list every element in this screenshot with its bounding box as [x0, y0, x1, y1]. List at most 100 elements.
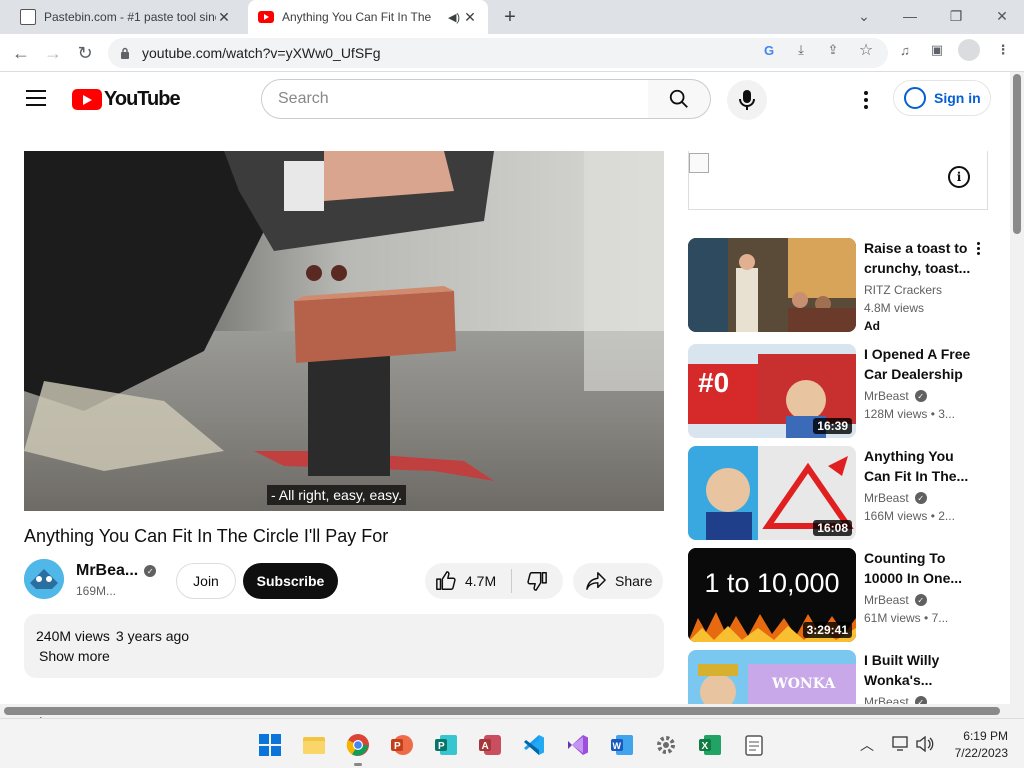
settings-more-icon[interactable]	[856, 88, 876, 112]
tab-title: Pastebin.com - #1 paste tool sinc	[44, 10, 216, 24]
restore-button[interactable]: ❐	[942, 4, 970, 28]
publisher-icon[interactable]: P	[434, 733, 458, 757]
subscriber-count: 169M...	[76, 584, 117, 598]
channel-name[interactable]: MrBea... ✓	[76, 562, 157, 580]
excel-icon[interactable]: X	[698, 733, 722, 757]
channel-avatar[interactable]	[24, 559, 64, 599]
svg-text:W: W	[613, 741, 622, 751]
recommendation-item[interactable]: 16:08 Anything You Can Fit In The... MrB…	[688, 446, 998, 542]
notepad-icon[interactable]	[742, 733, 766, 757]
reload-button[interactable]: ↻	[72, 40, 98, 66]
forward-button[interactable]: →	[40, 40, 66, 66]
volume-icon[interactable]	[916, 736, 934, 752]
join-button[interactable]: Join	[176, 563, 236, 599]
ad-info-icon[interactable]: i	[948, 166, 970, 188]
youtube-play-logo-icon	[72, 89, 102, 110]
recommendation-item[interactable]: #0 16:39 I Opened A Free Car Dealership …	[688, 344, 998, 440]
video-thumbnail[interactable]: #0 16:39	[688, 344, 856, 438]
recommendation-channel: MrBeast ✓	[864, 695, 927, 704]
windows-start-icon[interactable]	[258, 733, 282, 757]
windows-taskbar: P P A W X ︿ 6:19 PM 7/22/2023	[0, 718, 1024, 768]
tab-audio-icon[interactable]: ◀)	[446, 9, 462, 25]
clock-time[interactable]: 6:19 PM	[948, 729, 1008, 743]
file-explorer-icon[interactable]	[302, 733, 326, 757]
recommendation-title[interactable]: Counting To 10000 In One...	[864, 548, 974, 588]
close-window-button[interactable]: ✕	[988, 4, 1016, 28]
subscribe-button[interactable]: Subscribe	[243, 563, 338, 599]
chrome-icon[interactable]	[346, 733, 370, 757]
back-button[interactable]: ←	[8, 40, 34, 66]
tab-title: Anything You Can Fit In The	[282, 10, 432, 24]
svg-text:X: X	[702, 741, 709, 752]
pastebin-favicon-icon	[20, 9, 36, 25]
search-button[interactable]	[648, 79, 711, 119]
horizontal-scroll-thumb[interactable]	[4, 707, 1000, 715]
vscode-icon[interactable]	[522, 733, 546, 757]
tray-overflow-chevron-icon[interactable]: ︿	[860, 735, 874, 755]
show-more-link[interactable]: Show more	[39, 648, 110, 664]
share-button[interactable]: Share	[573, 563, 663, 599]
media-control-icon[interactable]: ♫	[896, 41, 914, 59]
video-duration: 16:08	[813, 520, 852, 536]
bookmark-star-icon[interactable]: ☆	[857, 41, 875, 59]
youtube-logo[interactable]: YouTube	[72, 88, 181, 111]
tab-youtube[interactable]: Anything You Can Fit In The ◀) ✕	[248, 0, 488, 34]
vertical-scroll-thumb[interactable]	[1013, 74, 1021, 234]
new-tab-button[interactable]: +	[498, 5, 522, 29]
ad-badge: Ad	[864, 319, 880, 333]
network-icon[interactable]	[892, 736, 910, 752]
upload-age: 3 years ago	[115, 628, 190, 644]
guide-menu-icon[interactable]	[26, 90, 46, 106]
word-icon[interactable]: W	[610, 733, 634, 757]
search-input[interactable]: Search	[261, 79, 649, 119]
search-icon	[669, 89, 688, 108]
tab-close-icon[interactable]: ✕	[216, 9, 232, 25]
thumbs-down-icon	[527, 572, 547, 591]
recommendation-title[interactable]: I Built Willy Wonka's...	[864, 650, 974, 690]
url-text: youtube.com/watch?v=yXWw0_UfSFg	[142, 45, 381, 61]
install-app-icon[interactable]: ⤓	[792, 41, 810, 59]
share-page-icon[interactable]: ⇪	[824, 41, 842, 59]
access-icon[interactable]: A	[478, 733, 502, 757]
tab-search-icon[interactable]: ⌄	[850, 4, 878, 28]
dislike-button[interactable]	[512, 563, 562, 599]
browser-menu-icon[interactable]: ⋮	[994, 41, 1012, 59]
recommendation-item[interactable]: 1 to 10,000 3:29:41 Counting To 10000 In…	[688, 548, 998, 644]
vertical-scrollbar[interactable]	[1010, 72, 1024, 718]
recommendation-title[interactable]: Raise a toast to crunchy, toast...	[864, 238, 974, 278]
recommendation-title[interactable]: I Opened A Free Car Dealership	[864, 344, 974, 384]
description-box[interactable]: 240M views 3 years ago Show more	[24, 614, 664, 678]
video-thumbnail[interactable]: 1 to 10,000 3:29:41	[688, 548, 856, 642]
voice-search-button[interactable]	[727, 80, 767, 120]
powerpoint-icon[interactable]: P	[390, 733, 414, 757]
recommendation-age: 2...	[938, 509, 955, 523]
settings-gear-icon[interactable]	[654, 733, 678, 757]
clock-date[interactable]: 7/22/2023	[948, 746, 1008, 760]
profile-icon[interactable]	[958, 39, 980, 61]
minimize-button[interactable]: —	[896, 4, 924, 28]
like-dislike-group: 4.7M	[425, 563, 563, 599]
like-button[interactable]: 4.7M	[425, 563, 511, 599]
recommendation-views: 61M views • 7...	[864, 611, 949, 625]
ad-banner[interactable]: i	[688, 151, 988, 210]
sign-in-button[interactable]: Sign in	[893, 80, 991, 116]
youtube-logo-text: YouTube	[104, 88, 181, 110]
more-actions-icon[interactable]	[974, 242, 982, 260]
video-player[interactable]	[24, 151, 664, 511]
recommendation-item[interactable]: WONKA I Built Willy Wonka's... MrBeast ✓	[688, 650, 998, 704]
video-thumbnail[interactable]: WONKA	[688, 650, 856, 704]
tab-pastebin[interactable]: Pastebin.com - #1 paste tool sinc ✕	[8, 0, 244, 34]
horizontal-scrollbar[interactable]	[0, 704, 1010, 718]
recommendation-item[interactable]: Raise a toast to crunchy, toast... RITZ …	[688, 238, 998, 334]
video-thumbnail[interactable]: 16:08	[688, 446, 856, 540]
side-panel-icon[interactable]: ▣	[928, 41, 946, 59]
visual-studio-icon[interactable]	[566, 733, 590, 757]
recommendation-channel: RITZ Crackers	[864, 283, 942, 297]
share-arrow-icon	[586, 572, 606, 590]
video-frame	[24, 151, 664, 511]
tab-close-icon[interactable]: ✕	[462, 9, 478, 25]
google-translate-icon[interactable]: G	[760, 41, 778, 59]
lock-icon[interactable]	[120, 47, 130, 59]
recommendation-title[interactable]: Anything You Can Fit In The...	[864, 446, 974, 486]
video-thumbnail[interactable]	[688, 238, 856, 332]
